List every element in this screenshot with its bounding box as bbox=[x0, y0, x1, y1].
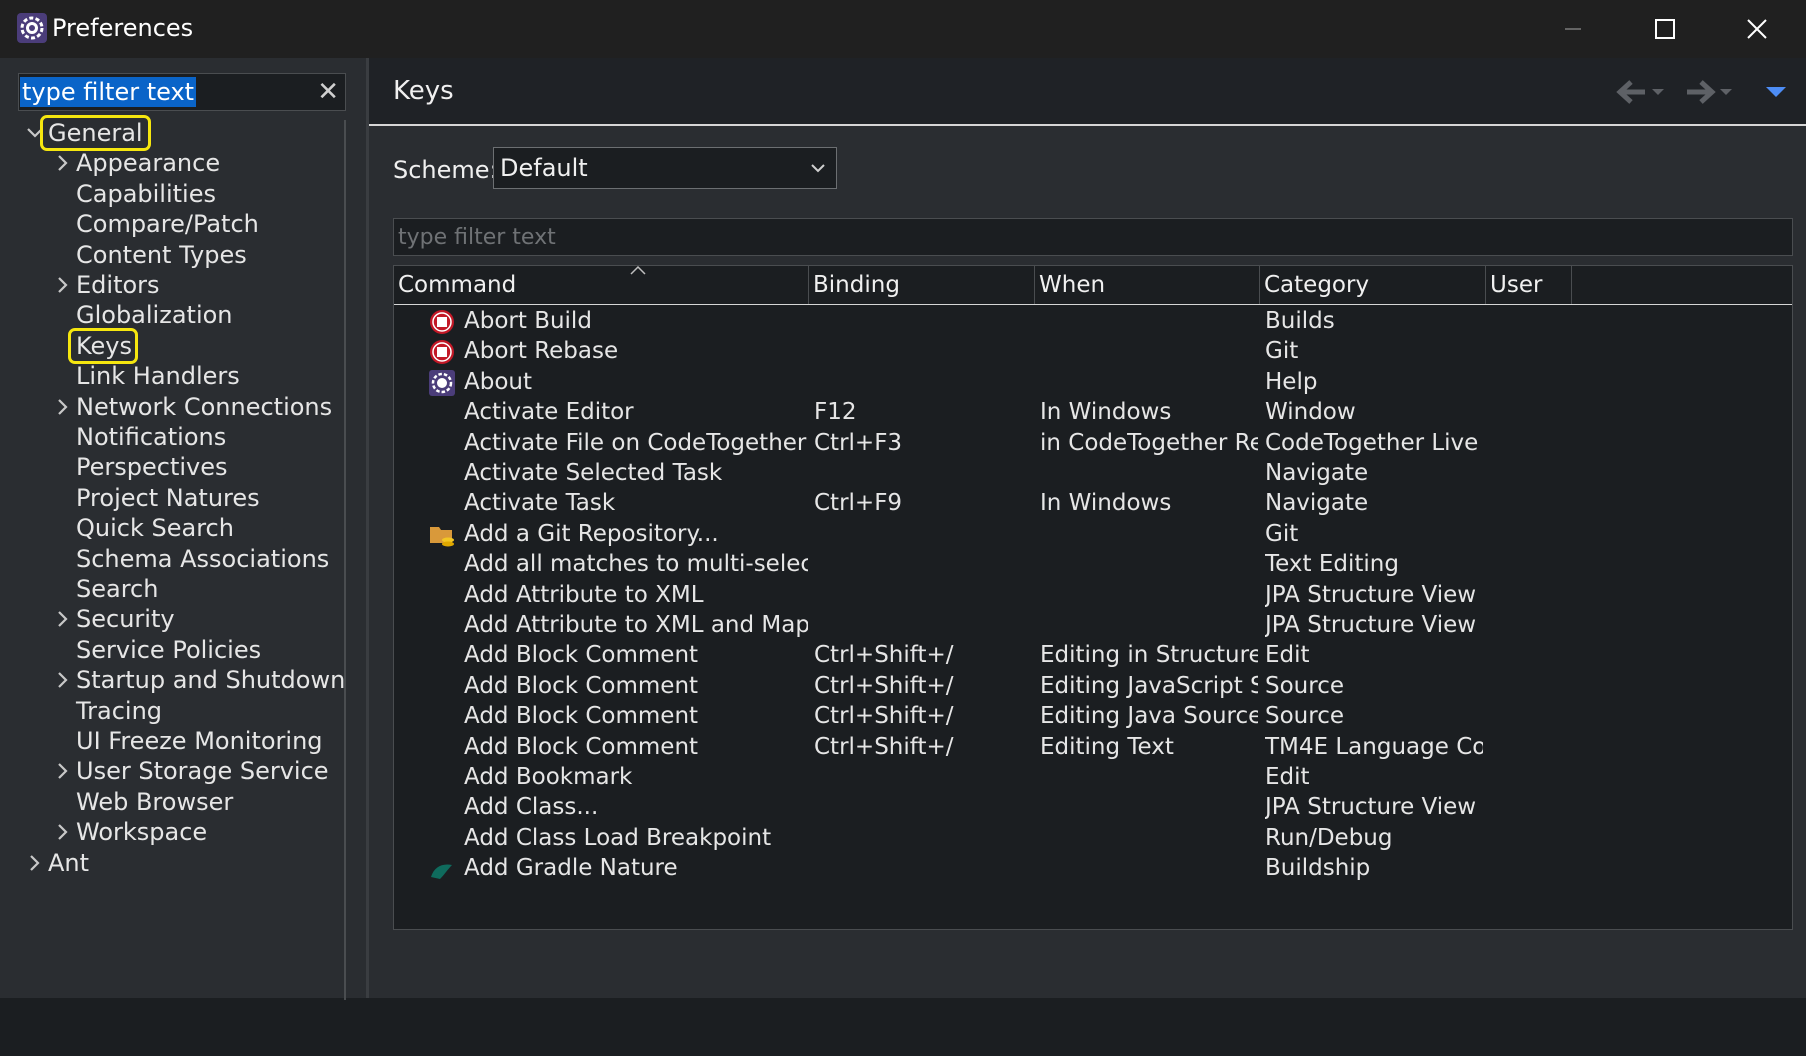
table-header: Command Binding When Category User bbox=[394, 266, 1792, 305]
tree-item-service-policies[interactable]: Service Policies bbox=[76, 633, 261, 667]
tree-item-ant[interactable]: Ant bbox=[48, 846, 89, 880]
git-repository-icon bbox=[430, 526, 454, 547]
column-when[interactable]: When bbox=[1035, 266, 1260, 304]
preferences-window: Preferences type filter text ✕ General Ap… bbox=[0, 0, 1806, 1000]
cell-binding bbox=[814, 851, 1032, 886]
forward-dropdown-button[interactable] bbox=[1719, 74, 1733, 110]
keys-page: Keys Scheme: Default type filter text Co… bbox=[369, 58, 1806, 998]
page-header: Keys bbox=[369, 58, 1806, 126]
tree-item-project-natures[interactable]: Project Natures bbox=[76, 481, 260, 515]
back-arrow-icon bbox=[1616, 80, 1645, 104]
view-menu-icon bbox=[1766, 87, 1786, 97]
tree-item-appearance[interactable]: Appearance bbox=[76, 146, 220, 180]
about-gear-icon bbox=[429, 369, 455, 396]
cell-command: Add Gradle Nature bbox=[464, 855, 678, 882]
gradle-icon bbox=[431, 864, 452, 880]
stop-icon bbox=[430, 340, 454, 365]
chevron-right-icon[interactable] bbox=[52, 821, 74, 843]
minimize-icon bbox=[1565, 28, 1581, 30]
column-when-label: When bbox=[1039, 272, 1106, 298]
maximize-button[interactable] bbox=[1620, 0, 1710, 58]
preference-tree-pane: type filter text ✕ General Appearance Capa… bbox=[16, 58, 366, 998]
column-user[interactable]: User bbox=[1486, 266, 1572, 304]
keys-filter-input[interactable] bbox=[394, 219, 1792, 255]
maximize-icon bbox=[1655, 19, 1675, 39]
back-button[interactable] bbox=[1615, 74, 1649, 110]
forward-arrow-icon bbox=[1687, 80, 1716, 104]
tree-filter-input[interactable]: type filter text ✕ bbox=[18, 73, 346, 111]
tree-item-user-storage-service[interactable]: User Storage Service bbox=[76, 754, 329, 788]
preferences-gear-icon bbox=[17, 13, 47, 43]
tree-item-editors[interactable]: Editors bbox=[76, 268, 160, 302]
forward-button[interactable] bbox=[1683, 74, 1717, 110]
tree-item-tracing[interactable]: Tracing bbox=[76, 694, 162, 728]
column-category[interactable]: Category bbox=[1260, 266, 1486, 304]
column-binding[interactable]: Binding bbox=[809, 266, 1035, 304]
sort-ascending-icon bbox=[630, 266, 646, 275]
tree-item-search[interactable]: Search bbox=[76, 572, 158, 606]
tree-item-notifications[interactable]: Notifications bbox=[76, 420, 226, 454]
column-user-label: User bbox=[1490, 272, 1543, 298]
column-category-label: Category bbox=[1264, 272, 1370, 298]
forward-dropdown-icon bbox=[1720, 89, 1732, 95]
tree-item-content-types[interactable]: Content Types bbox=[76, 238, 247, 272]
cell-when bbox=[1040, 851, 1258, 886]
tree-item-link-handlers[interactable]: Link Handlers bbox=[76, 359, 240, 393]
window-title: Preferences bbox=[52, 14, 194, 42]
tree-item-workspace[interactable]: Workspace bbox=[76, 815, 207, 849]
column-command-label: Command bbox=[398, 272, 517, 298]
chevron-right-icon[interactable] bbox=[52, 760, 74, 782]
scheme-value: Default bbox=[500, 154, 588, 182]
column-command[interactable]: Command bbox=[394, 266, 809, 304]
chevron-right-icon[interactable] bbox=[24, 852, 46, 874]
chevron-right-icon[interactable] bbox=[52, 152, 74, 174]
tree-item-quick-search[interactable]: Quick Search bbox=[76, 511, 234, 545]
tree-item-network-connections[interactable]: Network Connections bbox=[76, 390, 332, 424]
title-bar: Preferences bbox=[0, 0, 1806, 58]
clear-icon[interactable]: ✕ bbox=[317, 76, 339, 108]
tree-item-security[interactable]: Security bbox=[76, 602, 175, 636]
tree-item-compare-patch[interactable]: Compare/Patch bbox=[76, 207, 259, 241]
close-button[interactable] bbox=[1712, 0, 1802, 58]
cell-user bbox=[1491, 851, 1571, 886]
chevron-down-icon bbox=[811, 164, 825, 173]
view-menu-button[interactable] bbox=[1765, 74, 1787, 110]
tree-item-capabilities[interactable]: Capabilities bbox=[76, 177, 216, 211]
page-title: Keys bbox=[393, 76, 454, 106]
cell-category: Buildship bbox=[1265, 855, 1371, 882]
tree-item-web-browser[interactable]: Web Browser bbox=[76, 785, 233, 819]
scheme-dropdown[interactable]: Default bbox=[493, 147, 837, 189]
preference-tree: General Appearance Capabilities Compare/Pat… bbox=[18, 115, 346, 1056]
keys-filter-field[interactable] bbox=[393, 218, 1793, 256]
column-binding-label: Binding bbox=[813, 272, 900, 298]
tree-item-perspectives[interactable]: Perspectives bbox=[76, 450, 228, 484]
tree-item-schema-associations[interactable]: Schema Associations bbox=[76, 542, 329, 576]
minimize-button[interactable] bbox=[1528, 0, 1618, 58]
chevron-right-icon[interactable] bbox=[52, 396, 74, 418]
stop-icon bbox=[430, 310, 454, 334]
scheme-label: Scheme: bbox=[393, 156, 498, 184]
tree-scroll-divider bbox=[344, 120, 346, 1000]
keys-table[interactable]: Command Binding When Category User Abort… bbox=[393, 265, 1793, 930]
tree-item-ui-freeze-monitoring[interactable]: UI Freeze Monitoring bbox=[76, 724, 323, 758]
back-dropdown-icon bbox=[1652, 89, 1664, 95]
back-dropdown-button[interactable] bbox=[1651, 74, 1665, 110]
chevron-right-icon[interactable] bbox=[52, 669, 74, 691]
chevron-right-icon[interactable] bbox=[52, 274, 74, 296]
table-row[interactable]: Add Gradle Nature Buildship bbox=[394, 851, 1792, 886]
chevron-right-icon[interactable] bbox=[52, 608, 74, 630]
close-icon bbox=[1747, 19, 1767, 39]
tree-filter-value: type filter text bbox=[20, 77, 197, 107]
tree-item-startup-and-shutdown[interactable]: Startup and Shutdown bbox=[76, 663, 345, 697]
